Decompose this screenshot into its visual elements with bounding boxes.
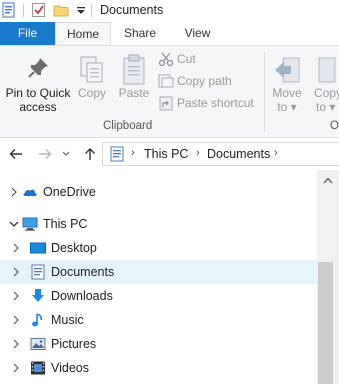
new-folder-icon[interactable] — [53, 2, 69, 18]
copy-path-button[interactable]: Copy path — [158, 71, 258, 91]
tab-file[interactable]: File — [0, 22, 55, 45]
copy-to-icon — [318, 57, 336, 83]
tab-view[interactable]: View — [169, 22, 226, 45]
ribbon-tabs: File Home Share View — [0, 22, 339, 46]
clipboard-group-label: Clipboard — [103, 120, 153, 132]
paste-button[interactable]: Paste — [114, 52, 154, 116]
pin-label-line2: access — [19, 100, 57, 114]
properties-icon[interactable] — [1, 2, 17, 18]
tree-item-documents[interactable]: Documents — [0, 260, 317, 284]
breadcrumb-separator-icon[interactable]: › — [196, 147, 200, 159]
tree-item-videos[interactable]: Videos — [0, 356, 317, 380]
move-to-label-line2: to ▾ — [277, 100, 297, 114]
ribbon-home-panel: Pin to Quick access Copy Paste Cut Copy … — [0, 45, 339, 138]
tree-label: Desktop — [51, 241, 97, 255]
cut-label: Cut — [177, 52, 196, 66]
breadcrumb-documents[interactable]: Documents — [207, 147, 270, 161]
tree-label: Downloads — [51, 289, 113, 303]
navigation-pane: OneDrive This PC Desktop Documents Downl… — [0, 170, 317, 384]
title-bar: Documents — [0, 0, 339, 22]
onedrive-icon — [23, 189, 37, 196]
copy-label: Copy — [77, 86, 106, 100]
downloads-folder-icon — [32, 289, 44, 302]
copy-to-button[interactable]: Copy to ▾ — [308, 52, 339, 116]
chevron-right-icon[interactable] — [8, 185, 20, 199]
music-folder-icon — [32, 313, 43, 327]
pin-icon — [28, 58, 48, 78]
tree-item-this-pc[interactable]: This PC — [0, 212, 317, 236]
chevron-right-icon[interactable] — [10, 337, 22, 351]
scroll-up-arrow-icon[interactable] — [317, 172, 339, 190]
title-separator — [91, 4, 92, 17]
paste-shortcut-label: Paste shortcut — [177, 96, 254, 110]
move-to-text: to — [277, 100, 288, 114]
up-arrow-icon[interactable] — [82, 146, 98, 162]
quick-access-separator — [23, 4, 24, 17]
breadcrumb-separator-icon[interactable]: › — [274, 147, 278, 159]
copy-icon — [80, 56, 103, 83]
pin-to-quick-access-button[interactable]: Pin to Quick access — [2, 52, 74, 116]
documents-folder-icon — [31, 264, 45, 280]
paste-icon — [123, 54, 145, 85]
breadcrumb-this-pc[interactable]: This PC — [144, 147, 188, 161]
cut-button[interactable]: Cut — [158, 49, 258, 69]
tree-label: Documents — [51, 265, 115, 279]
tree-label: This PC — [43, 217, 88, 231]
copy-to-label-line1: Copy — [314, 86, 339, 100]
paste-shortcut-icon — [159, 96, 173, 111]
scrollbar-thumb[interactable] — [318, 262, 333, 384]
tree-label: Pictures — [51, 337, 97, 351]
chevron-right-icon[interactable] — [10, 313, 22, 327]
tree-item-music[interactable]: Music — [0, 308, 317, 332]
paste-label: Paste — [118, 86, 150, 100]
move-to-icon — [275, 57, 300, 83]
move-to-button[interactable]: Move to ▾ — [268, 52, 306, 116]
pin-label-line1: Pin to Quick — [5, 86, 71, 100]
tree-label: Videos — [51, 361, 89, 375]
chevron-right-icon[interactable] — [10, 289, 22, 303]
chevron-down-icon[interactable] — [8, 217, 20, 231]
tab-home[interactable]: Home — [55, 22, 111, 46]
computer-icon — [22, 217, 38, 231]
copy-to-label-line2: to ▾ — [316, 100, 336, 114]
copy-path-icon — [158, 74, 174, 88]
chevron-right-icon[interactable] — [10, 265, 22, 279]
tree-label: OneDrive — [43, 185, 96, 199]
customize-dropdown-icon[interactable] — [73, 2, 89, 18]
paste-shortcut-button[interactable]: Paste shortcut — [158, 93, 262, 113]
copy-button[interactable]: Copy — [74, 52, 110, 116]
breadcrumb-separator-icon[interactable]: › — [131, 147, 135, 159]
tree-label: Music — [51, 313, 84, 327]
window-title: Documents — [100, 3, 164, 17]
organize-group-label: O — [330, 120, 339, 132]
chevron-right-icon[interactable] — [10, 361, 22, 375]
address-bar[interactable]: › This PC › Documents › — [102, 142, 339, 166]
copy-to-text: to — [316, 100, 327, 114]
move-to-label-line1: Move — [272, 86, 302, 100]
desktop-folder-icon — [30, 242, 46, 254]
tree-item-desktop[interactable]: Desktop — [0, 236, 317, 260]
copy-path-label: Copy path — [177, 74, 232, 88]
scissors-icon — [158, 52, 174, 67]
pictures-folder-icon — [30, 338, 46, 350]
chevron-right-icon[interactable] — [10, 241, 22, 255]
back-arrow-icon[interactable] — [8, 146, 24, 162]
checkmark-icon[interactable] — [31, 2, 47, 18]
tab-share[interactable]: Share — [111, 22, 169, 45]
tree-item-pictures[interactable]: Pictures — [0, 332, 317, 356]
ribbon-group-separator — [264, 52, 265, 132]
videos-folder-icon — [31, 361, 45, 375]
forward-arrow-icon[interactable] — [37, 146, 53, 162]
recent-locations-chevron-icon[interactable] — [61, 146, 71, 162]
tree-item-downloads[interactable]: Downloads — [0, 284, 317, 308]
documents-icon — [110, 146, 124, 162]
tree-item-onedrive[interactable]: OneDrive — [0, 180, 317, 204]
